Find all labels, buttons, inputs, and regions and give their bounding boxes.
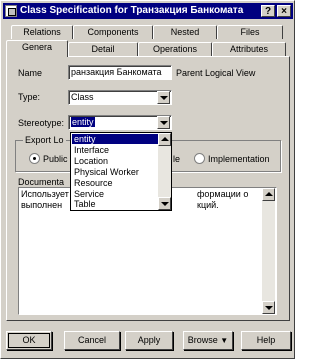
close-button[interactable]: × xyxy=(277,5,291,17)
tab-attributes[interactable]: Attributes xyxy=(212,42,286,56)
name-label: Name xyxy=(18,68,43,78)
apply-button[interactable]: Apply xyxy=(125,331,173,350)
stereotype-option-entity[interactable]: entity xyxy=(72,134,158,144)
scroll-down-icon[interactable] xyxy=(262,301,275,314)
export-implementation-label: Implementation xyxy=(208,154,270,164)
browse-dropdown-arrow-icon: ▼ xyxy=(220,336,229,345)
export-protected-label: le xyxy=(173,154,181,164)
stereotype-option-physical-worker[interactable]: Physical Worker xyxy=(72,167,158,177)
tab-operations[interactable]: Operations xyxy=(138,42,212,56)
stereotype-option-table[interactable]: Table xyxy=(72,199,158,209)
browse-label: Browse xyxy=(187,335,218,345)
stereotype-option-service[interactable]: Service xyxy=(72,189,158,199)
stereotype-option-resource[interactable]: Resource xyxy=(72,178,158,188)
list-scroll-up-icon[interactable] xyxy=(158,133,171,146)
browse-button[interactable]: Browse ▼ xyxy=(183,331,233,350)
title-bar[interactable]: Class Specification for Транзакция Банко… xyxy=(3,3,293,19)
stereotype-dropdown-arrow-icon[interactable] xyxy=(157,116,170,129)
list-scroll-down-icon[interactable] xyxy=(158,197,171,210)
export-implementation-radio[interactable] xyxy=(194,153,205,164)
export-control-label: Export Lo xyxy=(23,135,66,145)
class-icon xyxy=(5,5,17,17)
tab-detail[interactable]: Detail xyxy=(68,42,138,56)
export-public-radio[interactable] xyxy=(29,153,40,164)
parent-value: Logical View xyxy=(205,68,256,78)
parent-label: Parent xyxy=(176,68,203,78)
help-button[interactable]: Help xyxy=(241,331,291,350)
documentation-text-right: формации о кций. xyxy=(197,189,249,210)
tab-general[interactable]: Genera xyxy=(6,40,68,57)
type-label: Type: xyxy=(18,92,41,102)
scroll-up-icon[interactable] xyxy=(262,188,275,201)
stereotype-list-scrollbar[interactable] xyxy=(158,133,171,210)
class-specification-dialog: Class Specification for Транзакция Банко… xyxy=(0,0,295,359)
type-dropdown-arrow-icon[interactable] xyxy=(157,91,170,104)
window-title: Class Specification for Транзакция Банко… xyxy=(20,5,244,16)
tab-files[interactable]: Files xyxy=(217,25,283,39)
ok-button[interactable]: OK xyxy=(6,331,52,350)
tab-relations[interactable]: Relations xyxy=(11,25,73,39)
stereotype-option-location[interactable]: Location xyxy=(72,156,158,166)
cancel-button[interactable]: Cancel xyxy=(64,331,120,350)
stereotype-label: Stereotype: xyxy=(18,118,65,128)
stereotype-value: entity xyxy=(71,117,95,127)
stereotype-option-interface[interactable]: Interface xyxy=(72,145,158,155)
stereotype-dropdown-list[interactable]: entity Interface Location Physical Worke… xyxy=(70,132,172,211)
documentation-label: Documenta xyxy=(18,177,65,187)
export-public-label: Public xyxy=(43,154,68,164)
documentation-scrollbar[interactable] xyxy=(262,188,275,314)
name-input[interactable]: ранзакция Банкомата xyxy=(68,65,172,80)
documentation-text-left: Использует выполнен xyxy=(21,189,69,210)
tab-nested[interactable]: Nested xyxy=(153,25,217,39)
help-title-button[interactable]: ? xyxy=(261,5,275,17)
tab-components[interactable]: Components xyxy=(73,25,153,39)
